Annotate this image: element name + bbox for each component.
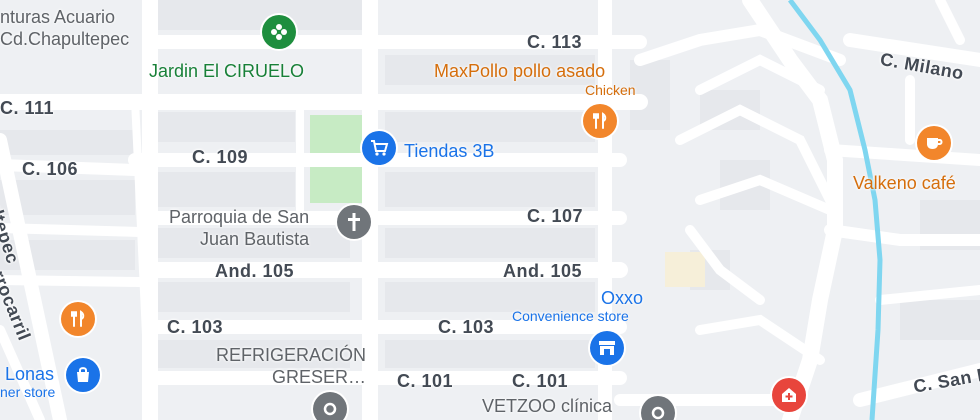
shopping-bag-icon[interactable] xyxy=(66,358,100,392)
poi-label-acuario-line2: Cd.Chapultepec xyxy=(0,29,130,49)
poi-label-jardin[interactable]: Jardin El CIRUELO xyxy=(149,62,304,80)
poi-sublabel-lonas: ner store xyxy=(0,384,56,400)
poi-label-refrigeracion-line1: REFRIGERACIÓN xyxy=(216,345,367,365)
hospital-icon[interactable] xyxy=(772,378,806,412)
poi-label-parroquia[interactable]: Parroquia de San Juan Bautista xyxy=(169,206,309,250)
street-label-c103-right: C. 103 xyxy=(438,317,495,337)
park-icon[interactable] xyxy=(262,15,296,49)
church-icon[interactable] xyxy=(337,205,371,239)
restaurant-icon[interactable] xyxy=(583,104,617,138)
poi-label-valkeno[interactable]: Valkeno café xyxy=(853,174,956,192)
street-label-and105-left: And. 105 xyxy=(215,261,295,281)
poi-label-vetzoo[interactable]: VETZOO clínica xyxy=(482,397,612,415)
street-label-c101-left: C. 101 xyxy=(397,371,454,391)
street-label-and105-right: And. 105 xyxy=(503,261,583,281)
street-label-c101-right: C. 101 xyxy=(512,371,569,391)
map-canvas[interactable]: C. 113 C. 111 C. 109 C. 106 C. 107 And. … xyxy=(0,0,980,420)
poi-sublabel-oxxo: Convenience store xyxy=(512,308,629,324)
street-label-c106: C. 106 xyxy=(22,159,79,179)
poi-label-refrigeracion-line2: GRESER… xyxy=(271,367,367,387)
poi-sublabel-maxpollo: Chicken xyxy=(585,82,636,98)
place-icon[interactable] xyxy=(313,392,347,420)
street-label-c103-left: C. 103 xyxy=(167,317,224,337)
shopping-cart-icon[interactable] xyxy=(362,131,396,165)
street-label-c107: C. 107 xyxy=(527,206,584,226)
street-label-c111: C. 111 xyxy=(0,98,55,118)
poi-label-lonas[interactable]: Lonas xyxy=(5,365,54,383)
poi-label-refrigeracion[interactable]: REFRIGERACIÓN GRESER… xyxy=(216,344,366,388)
street-label-c113: C. 113 xyxy=(527,32,583,52)
restaurant-icon[interactable] xyxy=(61,302,95,336)
poi-label-parroquia-line2: Juan Bautista xyxy=(200,229,310,249)
street-label-c109: C. 109 xyxy=(192,147,249,167)
poi-label-acuario-line1: nturas Acuario xyxy=(0,7,116,27)
cafe-icon[interactable] xyxy=(917,126,951,160)
poi-label-parroquia-line1: Parroquia de San xyxy=(169,207,310,227)
poi-label-oxxo[interactable]: Oxxo xyxy=(601,289,643,307)
poi-label-acuario[interactable]: nturas Acuario Cd.Chapultepec xyxy=(0,6,129,50)
poi-label-tiendas[interactable]: Tiendas 3B xyxy=(404,142,494,160)
store-icon[interactable] xyxy=(590,331,624,365)
poi-label-maxpollo[interactable]: MaxPollo pollo asado xyxy=(434,62,605,80)
